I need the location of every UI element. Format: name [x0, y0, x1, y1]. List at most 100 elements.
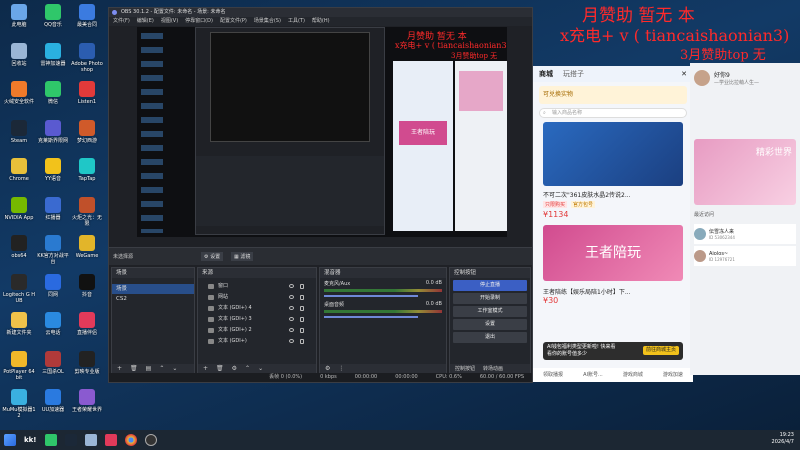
notification-popup[interactable]: AI钱包福利类型更新啦! 快来看看你的账号值多少 前往商城主页 [543, 342, 683, 360]
obs-window[interactable]: OBS 30.1.2 - 配置文件: 未命名 - 场景: 未命名 文件(F) 编… [108, 7, 533, 383]
start-recording-button[interactable]: 开始录制 [453, 293, 527, 304]
taskbar-app-kk[interactable]: kk! [24, 436, 37, 444]
menu-tools[interactable]: 工具(T) [288, 17, 305, 26]
desktop-icon[interactable]: 红播器 [36, 196, 70, 221]
obs-taskbar-icon[interactable] [144, 434, 157, 446]
product-title-1[interactable]: 不可二次"361皮肤水晶2传说2... [543, 190, 683, 199]
desktop-icon[interactable]: 克莱斯界限网 [36, 119, 70, 144]
desktop-icon[interactable]: TapTap [70, 158, 104, 182]
stop-streaming-button[interactable]: 停止直播 [453, 280, 527, 291]
taskbar-app-icon[interactable] [104, 434, 117, 446]
desktop-icon[interactable]: 火炬之光：无限 [70, 196, 104, 227]
menu-help[interactable]: 帮助(H) [312, 17, 330, 26]
avatar[interactable] [694, 70, 710, 86]
clock-date[interactable]: 2026/4/7 [772, 439, 794, 446]
exit-button[interactable]: 退出 [453, 332, 527, 343]
desktop-icon[interactable]: 同网 [36, 273, 70, 298]
scene-item[interactable]: CS2 [112, 294, 194, 304]
volume-slider[interactable] [324, 316, 419, 318]
product-image-1[interactable] [543, 122, 683, 186]
desktop-icon[interactable]: Logitech G HUB [2, 273, 36, 304]
clock-time[interactable]: 19:23 [772, 432, 794, 439]
desktop-icon[interactable]: Listen1 [70, 81, 104, 105]
desktop-icon[interactable]: 直播伴侣 [70, 312, 104, 336]
featured-banner[interactable]: 精彩世界 [694, 139, 796, 205]
desktop-icon[interactable]: KK官方对战平台 [36, 235, 70, 265]
eye-icon[interactable] [289, 317, 294, 321]
scene-item[interactable]: 场景 [112, 284, 194, 294]
source-item[interactable]: 网站 [198, 292, 316, 303]
menu-scene-collection[interactable]: 场景集合(S) [254, 17, 281, 26]
tab-shop[interactable]: 商城 [539, 69, 553, 79]
lock-icon[interactable] [300, 284, 304, 289]
studio-mode-button[interactable]: 工作室模式 [453, 306, 527, 317]
product-image-2[interactable]: 王者陪玩 [543, 225, 683, 281]
obs-title-bar[interactable]: OBS 30.1.2 - 配置文件: 未命名 - 场景: 未命名 [109, 8, 532, 17]
menu-view[interactable]: 视图(V) [161, 17, 178, 26]
tab-partner[interactable]: 玩搭子 [563, 69, 584, 79]
taskbar-app-icon[interactable] [44, 434, 57, 446]
source-item[interactable]: 文本 (GDI+) 2 [198, 325, 316, 336]
source-item[interactable]: 窗口 [198, 281, 316, 292]
desktop-icon[interactable]: 最美合同 [70, 4, 104, 28]
desktop-icon[interactable]: YY语音 [36, 158, 70, 182]
menu-profile[interactable]: 配置文件(P) [220, 17, 247, 26]
desktop-icon[interactable]: WeGame [70, 235, 104, 259]
lock-icon[interactable] [300, 306, 304, 311]
eye-icon[interactable] [289, 339, 294, 343]
desktop-icon[interactable]: 王者荣耀世界 [70, 389, 104, 413]
desktop-icon[interactable]: 抖音 [70, 273, 104, 298]
desktop-icon[interactable]: QQ音乐 [36, 4, 70, 28]
desktop-icon[interactable]: Adobe Photoshop [70, 42, 104, 73]
source-item[interactable]: 文本 (GDI+) [198, 336, 316, 347]
nav-item[interactable]: AI账号... [583, 368, 603, 382]
eye-icon[interactable] [289, 306, 294, 310]
desktop-icon[interactable]: 雷神加速器 [36, 42, 70, 67]
lock-icon[interactable] [300, 317, 304, 322]
desktop-icon[interactable]: 新建文件夹 [2, 312, 36, 336]
shop-app-window[interactable]: 商城 玩搭子 ✕ 可兑换实物 ⌕ 输入商品名称 不可二次"361皮肤水晶2传说2… [533, 66, 693, 382]
list-item[interactable]: 伝雪冻人来 ID 53062344 [694, 224, 796, 244]
goto-shop-button[interactable]: 前往商城主页 [642, 346, 679, 355]
desktop-icon[interactable]: MuMu模拟器12 [2, 389, 36, 419]
product-title-2[interactable]: 王者陪练【娱乐局陪1小时】下... [543, 287, 683, 296]
obs-preview-canvas[interactable]: 月赞助 暂无 本 x充电+ v ( tiancaishaonian3) 3月赞助… [137, 27, 507, 237]
desktop-icon[interactable]: 微信 [36, 81, 70, 105]
nav-item[interactable]: 领取播报 [543, 368, 563, 382]
desktop-icon[interactable]: NVIDIA App [2, 196, 36, 221]
settings-button[interactable]: 设置 [453, 319, 527, 330]
nav-item[interactable]: 游戏商城 [623, 368, 643, 382]
desktop-icon[interactable]: Chrome [2, 158, 36, 182]
lock-icon[interactable] [300, 339, 304, 344]
desktop-icon[interactable]: 剪映专业版 [70, 350, 104, 375]
desktop-icon[interactable]: 此电脑 [2, 4, 36, 28]
desktop-icon[interactable]: Steam [2, 119, 36, 144]
social-app-window[interactable]: 好你9 —学业比拉萌人生— 精彩世界 最近访问 伝雪冻人来 ID 5306234… [690, 63, 800, 375]
desktop-icon[interactable]: 梦幻西游 [70, 119, 104, 144]
desktop-icon[interactable]: 火绒安全软件 [2, 81, 36, 105]
close-icon[interactable]: ✕ [681, 70, 687, 78]
source-item[interactable]: 文本 (GDI+) 3 [198, 314, 316, 325]
desktop-icon[interactable]: obs64 [2, 235, 36, 259]
exchange-banner[interactable]: 可兑换实物 [539, 86, 687, 104]
desktop-icon[interactable]: PotPlayer 64 bit [2, 350, 36, 381]
desktop-icon[interactable]: UU加速器 [36, 389, 70, 413]
chrome-icon[interactable] [124, 434, 137, 446]
desktop-icon[interactable]: 回收站 [2, 42, 36, 67]
windows-start-icon[interactable] [4, 434, 16, 446]
lock-icon[interactable] [300, 328, 304, 333]
eye-icon[interactable] [289, 295, 294, 299]
menu-file[interactable]: 文件(F) [113, 17, 130, 26]
filters-button[interactable]: ▦ 滤镜 [231, 252, 254, 261]
menu-docks[interactable]: 停靠窗口(D) [185, 17, 213, 26]
volume-slider[interactable] [324, 295, 419, 297]
source-item[interactable]: 文本 (GDI+) 4 [198, 303, 316, 314]
lock-icon[interactable] [300, 295, 304, 300]
shop-search-input[interactable]: ⌕ 输入商品名称 [539, 108, 687, 118]
eye-icon[interactable] [289, 328, 294, 332]
desktop-icon[interactable]: 云电话 [36, 312, 70, 336]
taskbar-app-icon[interactable] [64, 434, 77, 446]
taskbar-app-icon[interactable] [84, 434, 97, 446]
settings-button[interactable]: ⚙ 设置 [201, 252, 224, 261]
list-item[interactable]: Aiolos~ ID 12976721 [694, 246, 796, 266]
